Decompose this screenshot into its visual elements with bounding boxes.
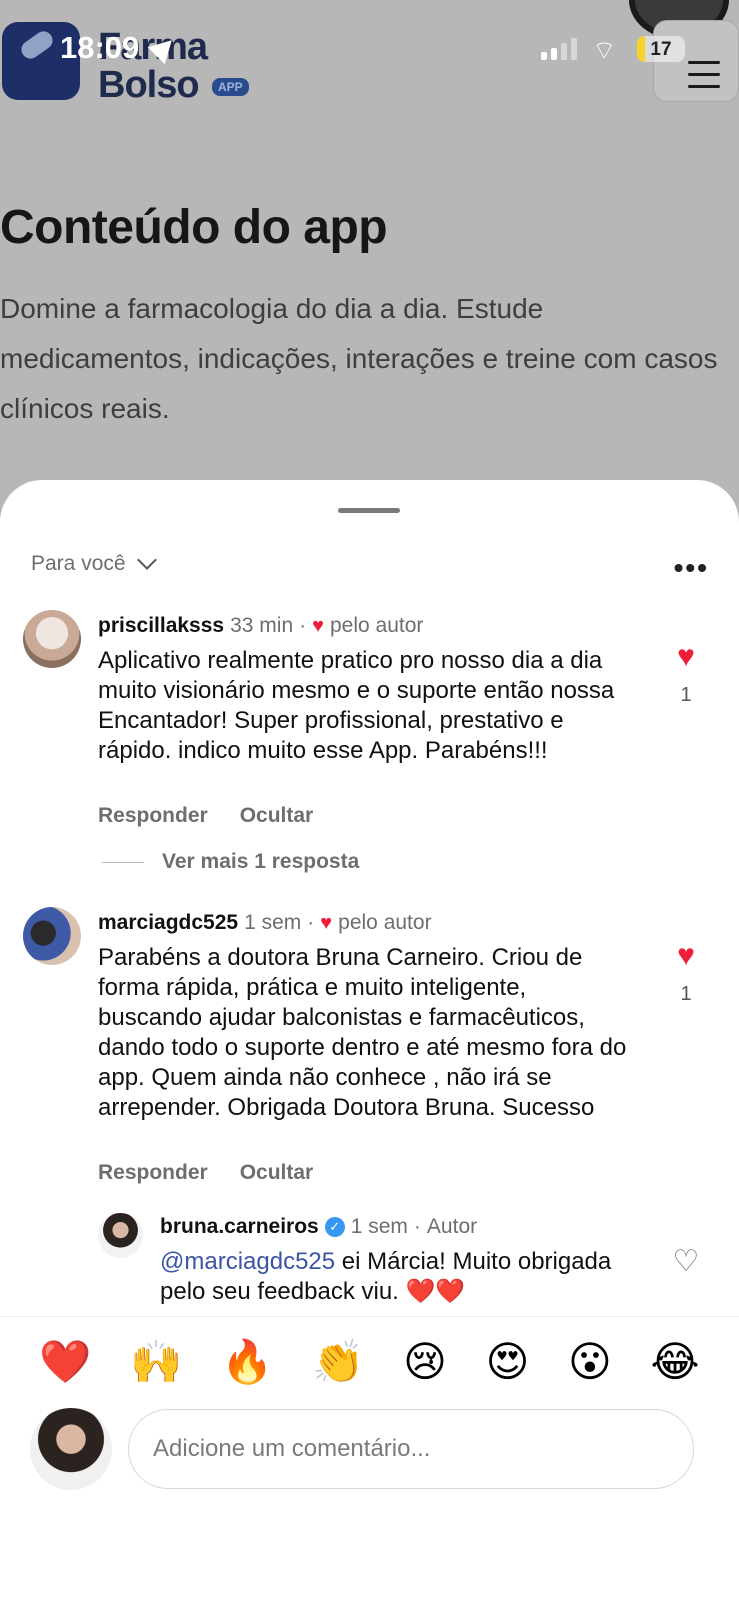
comment-like: ♥ 1 <box>666 941 706 1006</box>
status-bar: 18:09 ⌔ 17 <box>0 0 739 100</box>
meta-separator: · <box>299 614 307 637</box>
like-count: 1 <box>680 983 692 1005</box>
emoji-clap-button[interactable]: 👏 <box>312 1340 364 1383</box>
comment-username[interactable]: priscillaksss <box>98 614 224 638</box>
author-heart-icon: ♥ <box>312 614 324 637</box>
wifi-icon: ⌔ <box>592 35 617 65</box>
comment-meta: priscillaksss 33 min · ♥ pelo autor <box>98 614 423 638</box>
verified-badge-icon: ✓ <box>324 1217 345 1237</box>
comment-actions: Responder Ocultar <box>98 1161 313 1185</box>
reply-text: @marciagdc525 ei Márcia! Muito obrigada … <box>160 1247 640 1307</box>
comment-actions: Responder Ocultar <box>98 804 313 828</box>
comment-like: ♥ 1 <box>666 642 706 707</box>
emoji-heart-button[interactable]: ❤️ <box>39 1340 91 1383</box>
battery-icon: 17 <box>637 36 685 62</box>
author-role-label: Autor <box>426 1215 478 1238</box>
reply-time: 1 sem <box>350 1215 408 1238</box>
cellular-signal-icon <box>541 38 579 60</box>
sheet-grabber[interactable] <box>338 508 400 513</box>
divider-line <box>102 861 144 863</box>
current-user-avatar[interactable] <box>30 1408 112 1490</box>
heart-filled-icon[interactable]: ♥ <box>666 941 706 971</box>
page-description: Domine a farmacologia do dia a dia. Estu… <box>0 293 718 424</box>
emoji-reaction-bar: ❤️ 🙌 🔥 👏 😢 😍 😮 😂 <box>0 1316 739 1406</box>
like-count: 1 <box>680 684 692 706</box>
battery-level: 17 <box>650 39 672 60</box>
emoji-crying-button[interactable]: 😢 <box>403 1340 447 1383</box>
comment-meta: marciagdc525 1 sem · ♥ pelo autor <box>98 911 432 935</box>
page-title: Conteúdo do app <box>0 201 388 254</box>
hide-button[interactable]: Ocultar <box>240 1161 314 1185</box>
comment-time: 1 sem <box>244 911 302 934</box>
avatar[interactable] <box>98 1213 143 1258</box>
emoji-fire-button[interactable]: 🔥 <box>221 1340 273 1383</box>
emoji-surprised-button[interactable]: 😮 <box>568 1340 612 1383</box>
hide-button[interactable]: Ocultar <box>240 804 314 828</box>
comment-input-row: Adicione um comentário... <box>0 1400 739 1600</box>
more-horizontal-icon[interactable]: ••• <box>674 552 709 584</box>
author-heart-icon: ♥ <box>320 911 333 934</box>
comment-username[interactable]: marciagdc525 <box>98 911 238 935</box>
reply-meta: bruna.carneiros ✓ 1 sem · Autor <box>160 1215 477 1239</box>
emoji-raised-hands-button[interactable]: 🙌 <box>130 1340 182 1383</box>
meta-separator: · <box>413 1215 421 1238</box>
comment-time: 33 min <box>230 614 294 637</box>
view-more-replies-label: Ver mais 1 resposta <box>162 850 360 873</box>
avatar[interactable] <box>23 610 81 668</box>
author-like-label: pelo autor <box>338 911 432 934</box>
comment-text: Aplicativo realmente pratico pro nosso d… <box>98 647 615 764</box>
author-like-label: pelo autor <box>330 614 424 637</box>
emoji-laughing-button[interactable]: 😂 <box>651 1340 700 1383</box>
location-arrow-icon <box>147 31 181 65</box>
view-more-replies-button[interactable]: Ver mais 1 resposta <box>102 850 359 874</box>
sort-label: Para você <box>31 552 126 575</box>
heart-filled-icon[interactable]: ♥ <box>666 642 706 672</box>
reply-button[interactable]: Responder <box>98 804 208 828</box>
comment-input[interactable]: Adicione um comentário... <box>128 1409 694 1489</box>
emoji-heart-eyes-button[interactable]: 😍 <box>486 1340 530 1383</box>
status-time: 18:09 <box>60 30 140 65</box>
chevron-down-icon <box>136 550 157 570</box>
mention-link[interactable]: @marciagdc525 <box>160 1248 335 1275</box>
avatar[interactable] <box>23 907 81 965</box>
sort-dropdown[interactable]: Para você <box>31 550 157 576</box>
reply-username[interactable]: bruna.carneiros <box>160 1215 319 1239</box>
heart-outline-icon[interactable]: ♡ <box>666 1247 706 1277</box>
comment-text: Parabéns a doutora Bruna Carneiro. Criou… <box>98 944 627 1121</box>
meta-separator: · <box>307 911 315 934</box>
reply-like: ♡ <box>666 1247 706 1277</box>
reply-button[interactable]: Responder <box>98 1161 208 1185</box>
